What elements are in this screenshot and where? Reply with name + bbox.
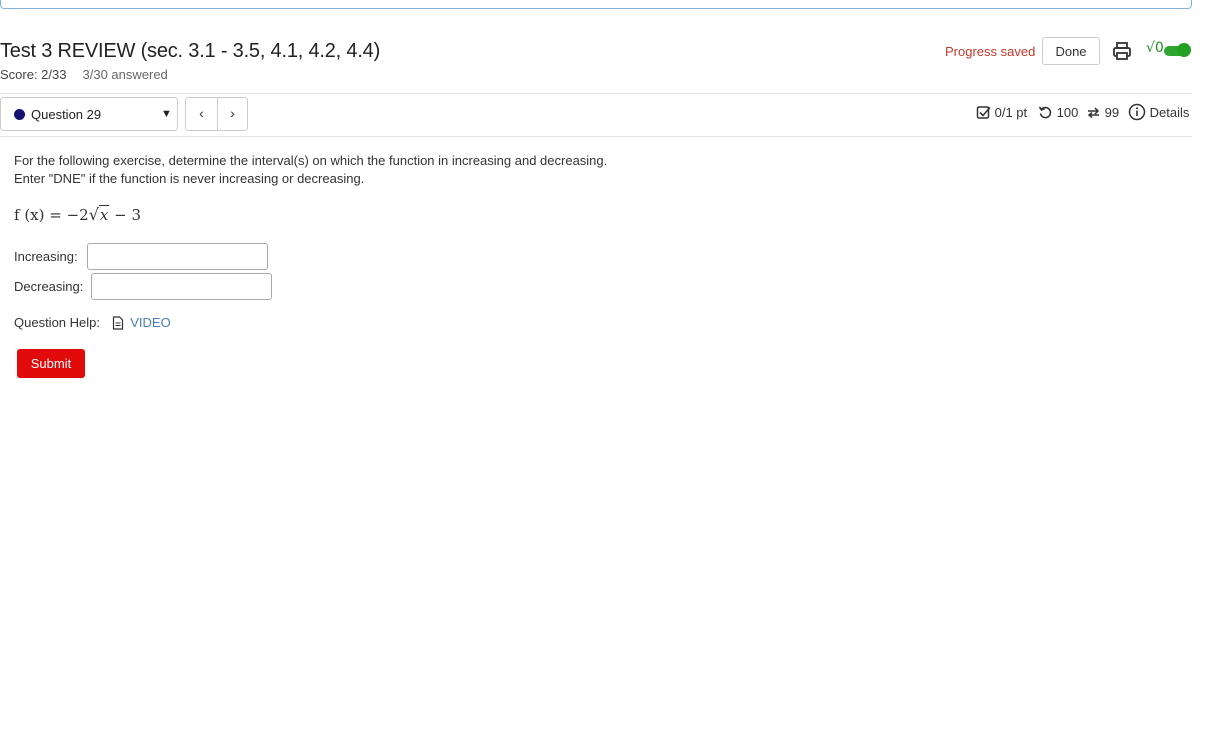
attempts-text: 99 (1104, 105, 1120, 120)
question-select-label: Question 29 (31, 107, 102, 122)
question-select[interactable]: Question 29 ▼ (0, 97, 178, 131)
attempts-stat: 99 (1086, 105, 1119, 120)
math-display-toggle[interactable]: √0 (1144, 38, 1192, 62)
document-icon (112, 316, 123, 330)
score-text: Score: 2/33 (0, 67, 67, 82)
print-icon[interactable] (1111, 41, 1133, 61)
formula-radicand: x (98, 205, 110, 224)
question-nav-group: ‹ › (185, 97, 248, 131)
help-label: Question Help: (14, 315, 100, 330)
increasing-label: Increasing: (14, 249, 78, 264)
points-text: 0/1 pt (994, 105, 1028, 120)
function-formula: f (x) = −2√x − 3 (14, 205, 141, 224)
question-body: For the following exercise, determine th… (14, 152, 634, 330)
question-prompt: For the following exercise, determine th… (14, 153, 608, 186)
previous-question-button[interactable]: ‹ (186, 98, 218, 130)
sqrt-icon: √0 (1146, 40, 1164, 56)
score-line: Score: 2/33 3/30 answered (0, 67, 168, 82)
question-status-dot (14, 109, 25, 120)
radical-sign: √ (88, 205, 99, 224)
retries-stat: 100 (1038, 105, 1078, 120)
next-question-button[interactable]: › (217, 98, 248, 130)
repeat-icon (1087, 107, 1100, 119)
video-help-link[interactable]: VIDEO (130, 315, 170, 330)
page-title: Test 3 REVIEW (sec. 3.1 - 3.5, 4.1, 4.2,… (0, 40, 381, 62)
info-icon (1128, 103, 1146, 121)
header-divider (0, 93, 1192, 94)
decreasing-label: Decreasing: (14, 279, 84, 294)
toggle-knob (1177, 43, 1191, 57)
retries-text: 100 (1056, 105, 1079, 120)
points-stat: 0/1 pt (976, 105, 1027, 120)
toolbar-divider (0, 136, 1192, 137)
decreasing-input[interactable] (91, 273, 272, 300)
details-link[interactable]: Details (1128, 103, 1189, 121)
checkbox-icon (976, 106, 991, 119)
formula-rhs: − 3 (109, 206, 142, 224)
caret-down-icon: ▼ (161, 108, 172, 120)
question-help: Question Help: VIDEO (14, 315, 171, 330)
formula-lhs: f (x) = −2 (14, 206, 89, 224)
answered-count: 3/30 answered (82, 67, 168, 82)
done-button[interactable]: Done (1042, 37, 1100, 65)
top-panel-edge (0, 0, 1192, 9)
progress-status: Progress saved (945, 44, 1036, 59)
undo-icon (1038, 106, 1052, 119)
increasing-input[interactable] (87, 243, 268, 270)
details-label: Details (1149, 105, 1190, 120)
submit-button[interactable]: Submit (17, 349, 85, 378)
